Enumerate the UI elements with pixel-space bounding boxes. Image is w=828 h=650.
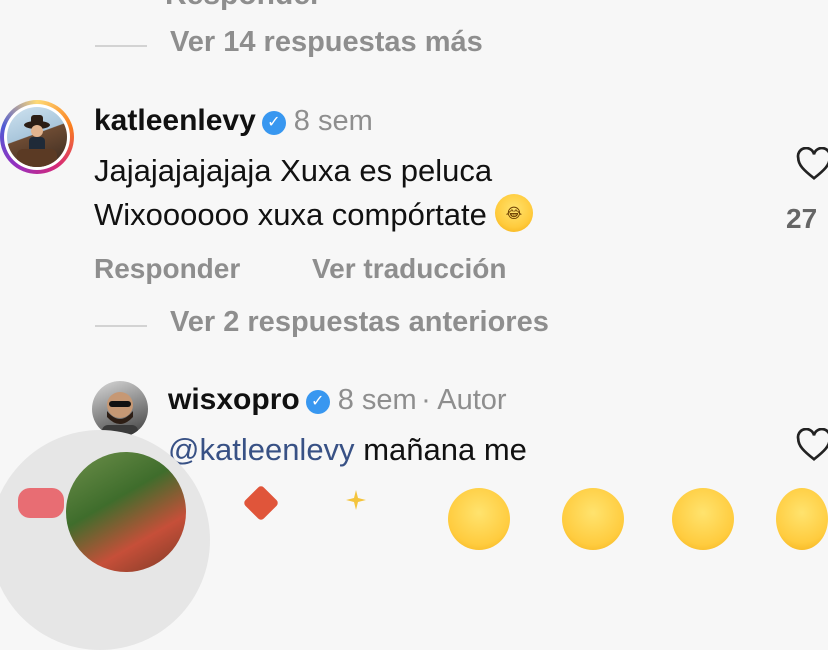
avatar-border [4, 104, 70, 170]
view-earlier-replies-button[interactable]: Ver 2 respuestas anteriores [170, 306, 549, 339]
comment1-line1: Jajajajajajaja Xuxa es peluca [94, 153, 493, 188]
cowboy-rider-icon [17, 115, 57, 167]
comment1-translate-button[interactable]: Ver traducción [312, 253, 507, 285]
comment2-mention-link[interactable]: @katleenlevy [168, 432, 355, 467]
comment1-header: katleenlevy ✓ 8 sem [94, 104, 373, 138]
avatar-image [7, 107, 67, 167]
emoji-reaction-4-icon[interactable] [776, 488, 828, 550]
avatar-wisxopro[interactable] [92, 381, 148, 437]
partial-reply-label[interactable]: Responder [165, 0, 322, 12]
comment2-username[interactable]: wisxopro [168, 383, 300, 416]
comment1-timestamp: 8 sem [293, 105, 373, 137]
emoji-reaction-1-icon[interactable] [448, 488, 510, 550]
fire-reaction-icon[interactable] [242, 484, 280, 522]
comment1-reply-button[interactable]: Responder [94, 253, 240, 285]
laughing-tears-emoji-icon: 😂 [494, 193, 533, 232]
replies-divider [95, 45, 147, 47]
comment1-like-count: 27 [786, 203, 818, 234]
earlier-replies-divider [95, 325, 147, 327]
comment2-author-label: · Autor [421, 384, 507, 416]
comment2-text-wrap: @katleenlevy mañana me [168, 428, 527, 472]
bubble-face-image [66, 452, 186, 572]
verified-badge-icon: ✓ [261, 110, 286, 135]
comment1-like-heart-icon[interactable] [796, 147, 828, 181]
comment1-line2-wrap: Wixoooooo xuxa compórtate 😂 [94, 193, 533, 237]
view-more-replies-button[interactable]: Ver 14 respuestas más [170, 26, 483, 59]
comment1-line2: Wixoooooo xuxa compórtate [94, 197, 487, 232]
comment2-timestamp: 8 sem [337, 384, 417, 416]
sparkle-reaction-icon[interactable] [336, 488, 376, 514]
man-with-sunglasses-icon [102, 392, 138, 437]
avatar-katleenlevy[interactable] [0, 100, 74, 174]
comment2-like-heart-icon[interactable] [796, 428, 828, 462]
comment2-text: mañana me [363, 432, 527, 467]
comment1-username[interactable]: katleenlevy [94, 104, 256, 137]
emoji-reaction-2-icon[interactable] [562, 488, 624, 550]
comment2-header: wisxopro ✓ 8 sem · Autor [168, 383, 507, 417]
emoji-reaction-3-icon[interactable] [672, 488, 734, 550]
heart-outline-icon [796, 147, 828, 180]
verified-badge-icon: ✓ [305, 389, 330, 414]
heart-reaction-icon[interactable] [18, 488, 64, 518]
heart-outline-icon [796, 428, 828, 461]
